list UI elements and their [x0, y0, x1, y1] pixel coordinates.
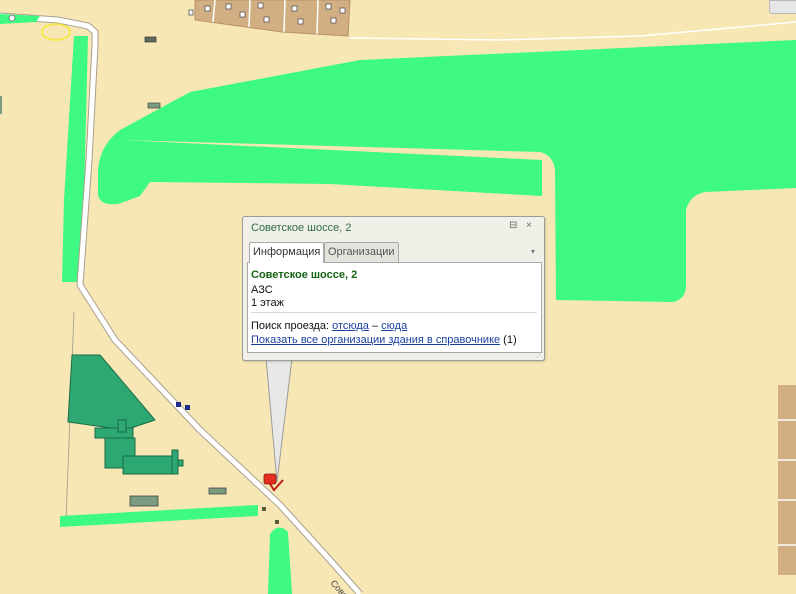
info-popup[interactable]: Советское шоссе, 2 ⊟ × Информация Органи…	[242, 216, 545, 361]
road-marker-icon	[262, 507, 266, 511]
map-viewport[interactable]: Совет Советское шоссе, 2 ⊟ × Информация …	[0, 0, 796, 594]
map-corner-control[interactable]	[769, 0, 796, 14]
route-dash: –	[368, 320, 382, 332]
building-small	[0, 96, 2, 114]
route-from-link[interactable]: отсюда	[332, 320, 369, 332]
building-small	[144, 36, 157, 43]
building-grey	[208, 487, 227, 495]
pin-icon[interactable]: ⊟	[509, 221, 517, 231]
tab-information[interactable]: Информация	[249, 242, 325, 263]
building-address: Советское шоссе, 2	[251, 269, 358, 281]
tab-organizations[interactable]: Организации	[324, 242, 399, 262]
close-icon[interactable]: ×	[526, 221, 532, 231]
road-marker-icon	[275, 520, 279, 524]
bus-stop-icon[interactable]	[176, 402, 181, 407]
route-to-link[interactable]: сюда	[381, 320, 407, 332]
building-type: АЗС	[251, 284, 273, 296]
show-orgs-link[interactable]: Показать все организации здания в справо…	[251, 334, 500, 346]
building-small	[147, 102, 161, 109]
building-grey	[129, 495, 159, 507]
tabs-scroll-icon[interactable]: ▾	[531, 247, 535, 256]
popup-title: Советское шоссе, 2	[251, 222, 352, 234]
resize-grip-icon[interactable]: ⋰	[536, 352, 543, 359]
divider	[251, 312, 537, 313]
popup-body: Советское шоссе, 2 АЗС 1 этаж Поиск прое…	[247, 262, 542, 353]
route-search: Поиск проезда: отсюда – сюда	[251, 320, 407, 332]
building-floors: 1 этаж	[251, 297, 284, 309]
route-prefix: Поиск проезда:	[251, 320, 333, 332]
bus-stop-icon[interactable]	[185, 405, 190, 410]
orgs-count: (1)	[500, 334, 517, 346]
point-top-left	[8, 14, 16, 22]
orgs-line: Показать все организации здания в справо…	[251, 334, 517, 346]
plot-strip-right	[778, 385, 796, 575]
